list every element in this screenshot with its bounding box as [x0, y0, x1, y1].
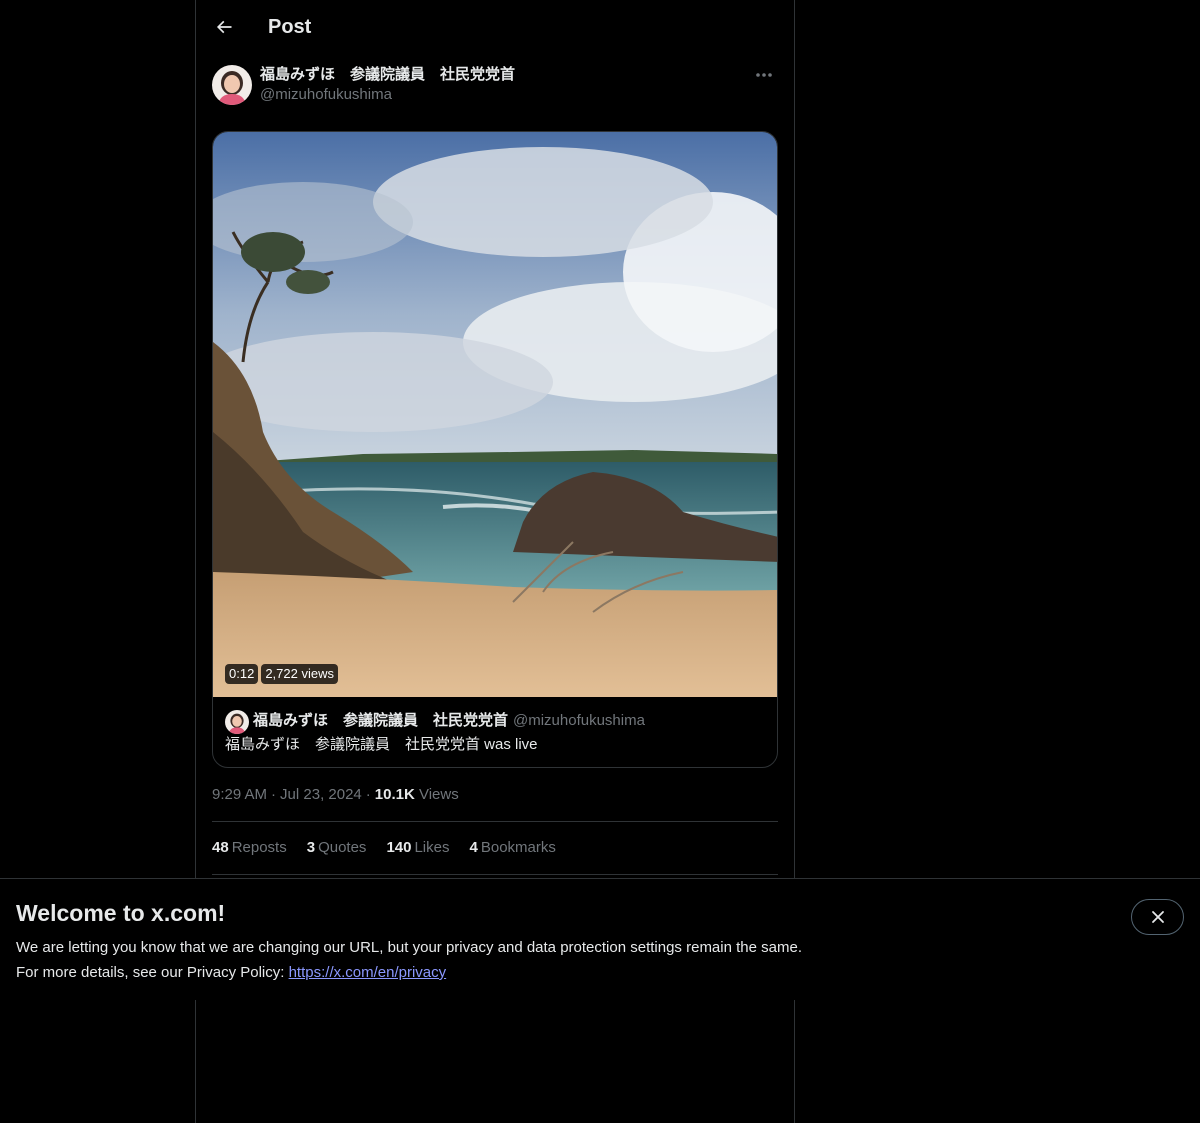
post-author: 福島みずほ 参議院議員 社民党党首 @mizuhofukushima — [212, 64, 778, 108]
live-author-name: 福島みずほ 参議院議員 社民党党首 — [253, 712, 509, 729]
author-handle[interactable]: @mizuhofukushima — [260, 85, 392, 105]
banner-title: Welcome to x.com! — [16, 900, 226, 926]
post-meta: 9:29 AM · Jul 23, 2024 · 10.1K Views — [212, 785, 459, 805]
separator-dot: · — [271, 786, 277, 803]
live-info-card[interactable]: 福島みずほ 参議院議員 社民党党首 @mizuhofukushima 福島みずほ… — [213, 697, 777, 767]
video-duration: 0:12 — [225, 664, 259, 684]
url-change-banner: Welcome to x.com! We are letting you kno… — [0, 878, 1200, 1000]
video-views: 2,722 views — [261, 664, 338, 684]
quotes-stat[interactable]: 3 Quotes — [307, 838, 367, 858]
arrow-left-icon — [216, 20, 232, 34]
avatar — [225, 710, 249, 734]
ellipsis-icon — [756, 73, 772, 77]
privacy-link[interactable]: https://x.com/en/privacy — [289, 964, 447, 981]
back-button[interactable] — [208, 11, 240, 43]
separator-dot: · — [365, 786, 371, 803]
post-header: Post — [196, 0, 794, 54]
post-date[interactable]: Jul 23, 2024 — [280, 786, 362, 803]
video-player[interactable]: 0:12 2,722 views — [213, 132, 777, 697]
avatar[interactable] — [212, 65, 252, 105]
close-icon — [1151, 911, 1164, 923]
close-button[interactable] — [1131, 899, 1184, 935]
banner-line: For more details, see our Privacy Policy… — [16, 964, 447, 981]
video-badges: 0:12 2,722 views — [225, 664, 338, 684]
reposts-stat[interactable]: 48 Reposts — [212, 838, 287, 858]
views-count: 10.1K — [374, 786, 415, 803]
page-title: Post — [268, 16, 312, 38]
likes-stat[interactable]: 140 Likes — [386, 838, 449, 858]
live-author-handle: @mizuhofukushima — [513, 712, 645, 729]
video-thumbnail — [213, 132, 777, 697]
divider — [212, 821, 778, 822]
views-label: Views — [418, 786, 459, 803]
post-time[interactable]: 9:29 AM — [212, 786, 267, 803]
live-status-text: 福島みずほ 参議院議員 社民党党首 was live — [225, 736, 538, 753]
bookmarks-stat[interactable]: 4 Bookmarks — [470, 838, 556, 858]
banner-line: We are letting you know that we are chan… — [16, 939, 802, 956]
media-card: 0:12 2,722 views 福島みずほ 参議院議員 社民党党首 @mizu… — [212, 131, 778, 768]
banner-text: We are letting you know that we are chan… — [16, 935, 802, 985]
divider — [212, 874, 778, 875]
author-name[interactable]: 福島みずほ 参議院議員 社民党党首 — [260, 65, 515, 85]
post-stats: 48 Reposts 3 Quotes 140 Likes 4 Bookmarks — [212, 838, 556, 858]
more-button[interactable] — [750, 64, 778, 86]
